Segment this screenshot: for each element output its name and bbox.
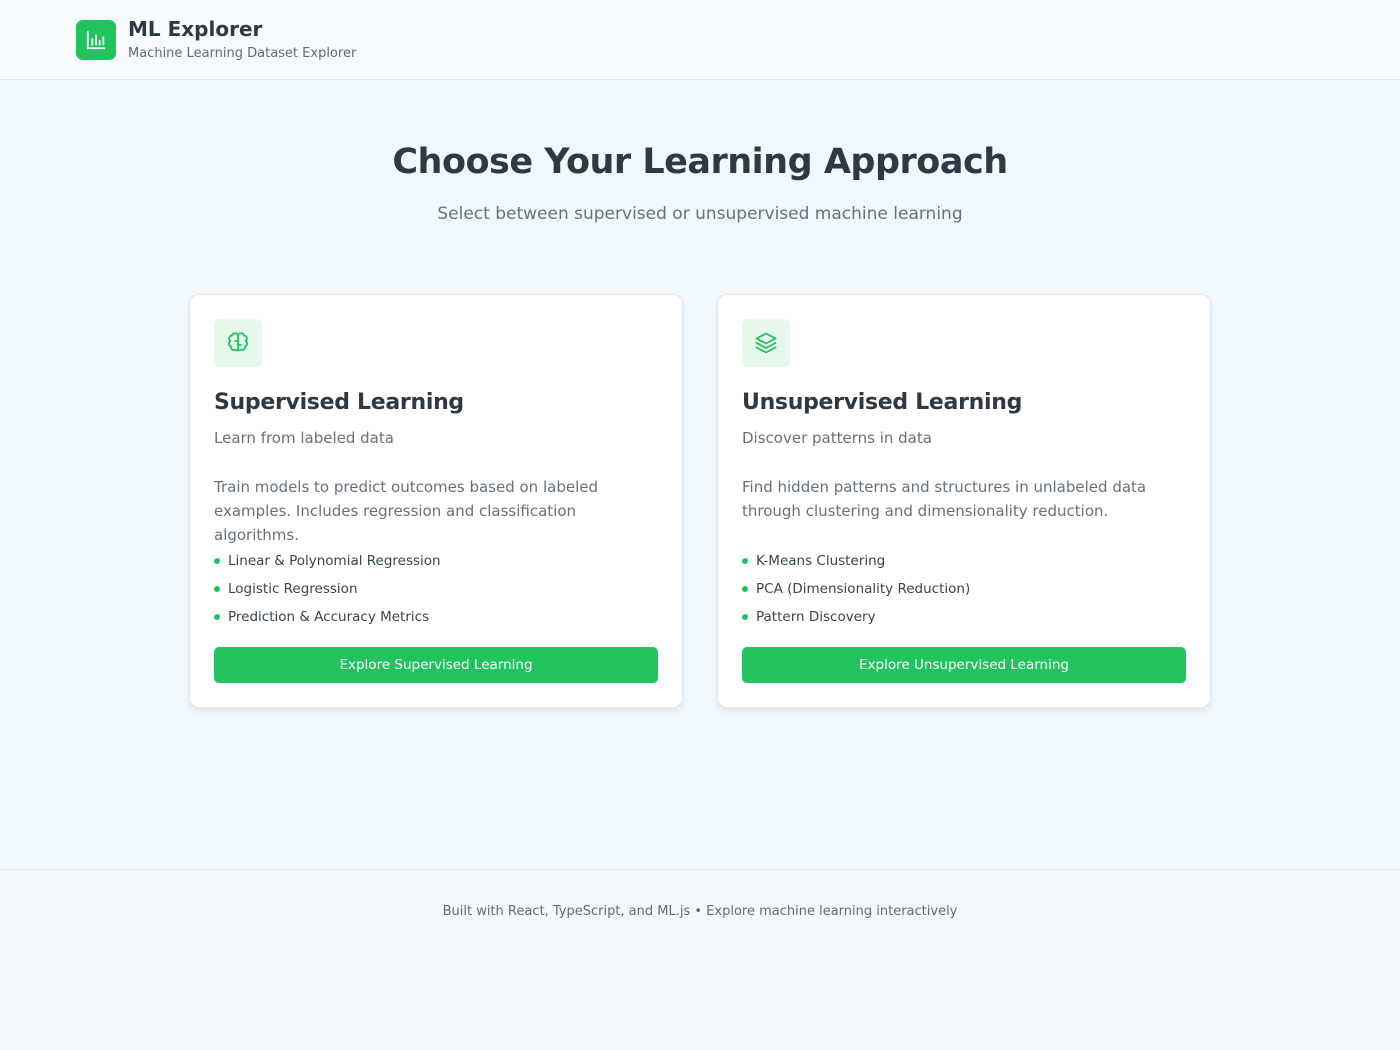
feature-list: K-Means Clustering PCA (Dimensionality R…	[742, 547, 970, 631]
feature-item: K-Means Clustering	[742, 547, 970, 575]
feature-list: Linear & Polynomial Regression Logistic …	[214, 547, 441, 631]
feature-item: PCA (Dimensionality Reduction)	[742, 575, 970, 603]
feature-label: Pattern Discovery	[756, 609, 876, 625]
unsupervised-learning-card[interactable]: Unsupervised Learning Discover patterns …	[717, 294, 1211, 708]
explore-unsupervised-button[interactable]: Explore Unsupervised Learning	[742, 647, 1186, 683]
app-header: ML Explorer Machine Learning Dataset Exp…	[0, 0, 1400, 80]
card-title: Unsupervised Learning	[742, 390, 1023, 415]
page-subtitle: Select between supervised or unsupervise…	[437, 204, 963, 224]
feature-label: PCA (Dimensionality Reduction)	[756, 581, 971, 597]
card-icon-tile	[214, 319, 262, 367]
card-subtitle: Discover patterns in data	[742, 429, 932, 447]
card-title: Supervised Learning	[214, 390, 464, 415]
bullet-dot-icon	[742, 614, 748, 620]
card-icon-tile	[742, 319, 790, 367]
bullet-dot-icon	[214, 614, 220, 620]
app-title: ML Explorer	[128, 17, 263, 41]
page-title: Choose Your Learning Approach	[392, 142, 1008, 182]
bullet-dot-icon	[214, 586, 220, 592]
feature-label: Linear & Polynomial Regression	[228, 553, 441, 569]
card-description: Find hidden patterns and structures in u…	[742, 478, 1147, 520]
footer-text: Built with React, TypeScript, and ML.js …	[442, 904, 958, 919]
supervised-learning-card[interactable]: Supervised Learning Learn from labeled d…	[189, 294, 683, 708]
bullet-dot-icon	[214, 558, 220, 564]
layers-icon	[755, 332, 777, 354]
feature-label: Logistic Regression	[228, 581, 358, 597]
feature-label: K-Means Clustering	[756, 553, 886, 569]
feature-item: Linear & Polynomial Regression	[214, 547, 441, 575]
logo[interactable]	[76, 20, 116, 60]
brain-icon	[228, 332, 248, 352]
feature-item: Logistic Regression	[214, 575, 441, 603]
feature-item: Prediction & Accuracy Metrics	[214, 603, 441, 631]
card-subtitle: Learn from labeled data	[214, 429, 394, 447]
bullet-dot-icon	[742, 586, 748, 592]
card-description: Train models to predict outcomes based o…	[214, 478, 598, 544]
feature-label: Prediction & Accuracy Metrics	[228, 609, 430, 625]
bar-chart-icon	[86, 30, 106, 50]
explore-supervised-button[interactable]: Explore Supervised Learning	[214, 647, 658, 683]
feature-item: Pattern Discovery	[742, 603, 970, 631]
bullet-dot-icon	[742, 558, 748, 564]
page-footer: Built with React, TypeScript, and ML.js …	[0, 869, 1400, 1050]
app-subtitle: Machine Learning Dataset Explorer	[128, 46, 357, 61]
